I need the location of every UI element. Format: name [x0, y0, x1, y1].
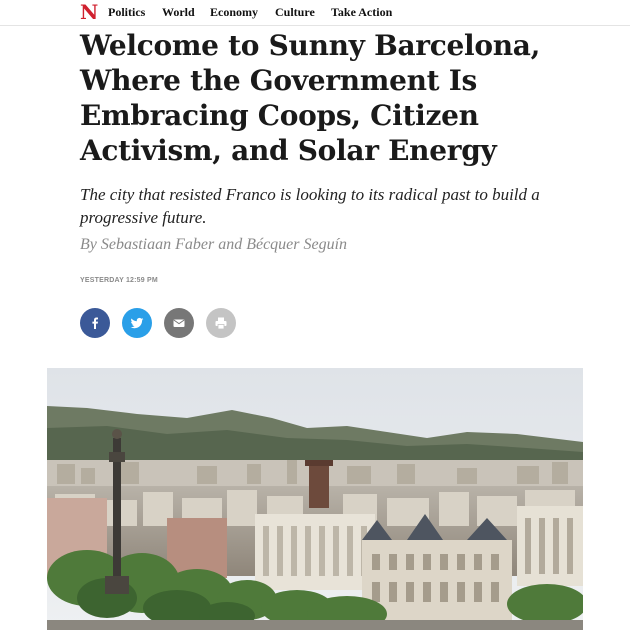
nav-item-economy[interactable]: Economy	[210, 5, 258, 19]
hero-image	[47, 368, 583, 630]
share-twitter-button[interactable]	[122, 308, 152, 338]
mail-icon	[173, 319, 185, 327]
nav-item-world[interactable]: World	[162, 5, 195, 19]
share-email-button[interactable]	[164, 308, 194, 338]
nav-item-culture[interactable]: Culture	[275, 5, 315, 19]
share-facebook-button[interactable]	[80, 308, 110, 338]
nav-item-politics[interactable]: Politics	[108, 5, 145, 19]
print-button[interactable]	[206, 308, 236, 338]
article-byline[interactable]: By Sebastiaan Faber and Bécquer Seguín	[80, 235, 347, 255]
top-nav-bar: N Politics World Economy Culture Take Ac…	[0, 0, 630, 26]
article-headline: Welcome to Sunny Barcelona, Where the Go…	[80, 29, 541, 167]
site-logo[interactable]: N	[80, 1, 98, 23]
article-dek: The city that resisted Franco is looking…	[80, 185, 540, 227]
facebook-icon	[92, 317, 98, 329]
barcelona-cityscape-image	[47, 368, 583, 630]
twitter-icon	[130, 317, 144, 329]
article-timestamp: YESTERDAY 12:59 PM	[80, 277, 158, 284]
print-icon	[215, 317, 227, 330]
nav-item-take-action[interactable]: Take Action	[331, 5, 392, 19]
